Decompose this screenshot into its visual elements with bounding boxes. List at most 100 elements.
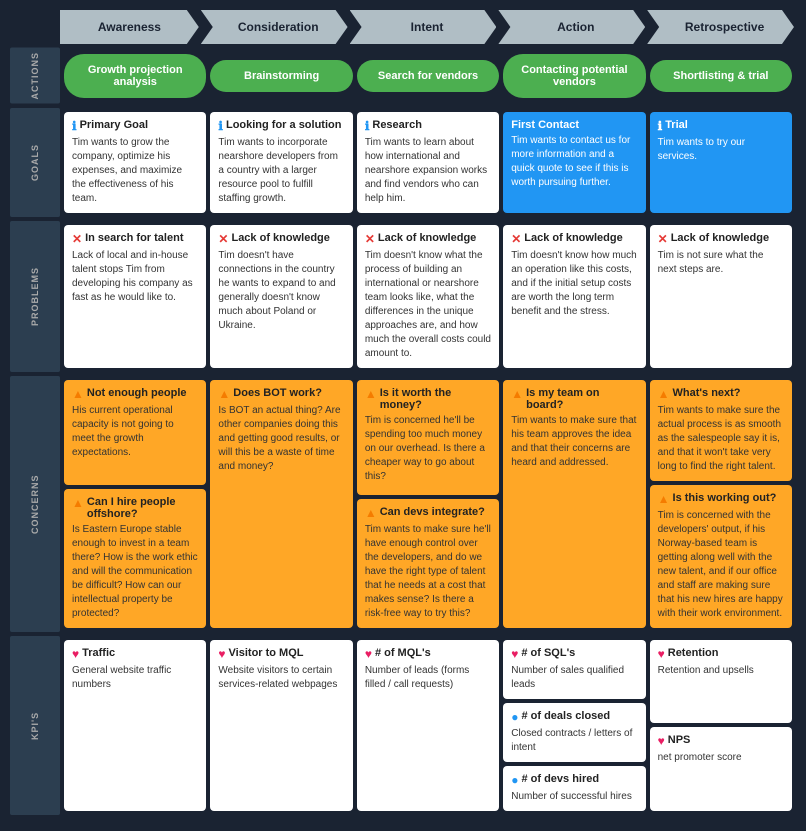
- concerns-cell-2: ▲ Is it worth the money? Tim is concerne…: [357, 380, 499, 628]
- kpi-icon-3-1: ●: [511, 710, 518, 724]
- actions-row: ACTIONS Growth projection analysis Brain…: [10, 48, 796, 104]
- kpis-cells: ♥ Traffic General website traffic number…: [60, 636, 796, 815]
- kpis-label: KPI'S: [10, 636, 60, 815]
- action-btn-4[interactable]: Shortlisting & trial: [650, 60, 792, 92]
- error-icon-4: ✕: [658, 232, 668, 246]
- problems-card-4: ✕ Lack of knowledge Tim is not sure what…: [650, 225, 792, 368]
- actions-cells: Growth projection analysis Brainstorming…: [60, 48, 796, 104]
- kpis-card-3-1-body: Closed contracts / letters of intent: [511, 727, 637, 755]
- concerns-card-4-0: ▲ What's next? Tim wants to make sure th…: [650, 380, 792, 481]
- kpis-card-4-0-title: ♥ Retention: [658, 647, 784, 661]
- goals-card-4: ℹ Trial Tim wants to try our services.: [650, 112, 792, 213]
- goals-cell-1: ℹ Looking for a solution Tim wants to in…: [210, 112, 352, 213]
- concerns-card-3-0: ▲ Is my team on board? Tim wants to make…: [503, 380, 645, 628]
- phase-action: Action: [498, 10, 645, 44]
- concerns-card-2-1: ▲ Can devs integrate? Tim wants to make …: [357, 499, 499, 628]
- goals-card-0: ℹ Primary Goal Tim wants to grow the com…: [64, 112, 206, 213]
- problems-card-4-title: ✕ Lack of knowledge: [658, 232, 784, 246]
- error-icon-0: ✕: [72, 232, 82, 246]
- goals-card-3-body: Tim wants to contact us for more informa…: [511, 134, 637, 190]
- problems-card-2-body: Tim doesn't know what the process of bui…: [365, 249, 491, 361]
- kpis-cell-0: ♥ Traffic General website traffic number…: [64, 640, 206, 811]
- concerns-card-0-0: ▲ Not enough people His current operatio…: [64, 380, 206, 485]
- action-btn-0[interactable]: Growth projection analysis: [64, 54, 206, 98]
- concerns-card-3-0-body: Tim wants to make sure that his team app…: [511, 414, 637, 470]
- concerns-card-1-0: ▲ Does BOT work? Is BOT an actual thing?…: [210, 380, 352, 628]
- goals-row: GOALS ℹ Primary Goal Tim wants to grow t…: [10, 108, 796, 217]
- kpis-cell-2: ♥ # of MQL's Number of leads (forms fill…: [357, 640, 499, 811]
- kpis-card-3-2: ● # of devs hired Number of successful h…: [503, 766, 645, 811]
- problems-label: PROBLEMS: [10, 221, 60, 372]
- problems-card-1-title: ✕ Lack of knowledge: [218, 232, 344, 246]
- concerns-cell-3: ▲ Is my team on board? Tim wants to make…: [503, 380, 645, 628]
- kpis-card-4-1-title: ♥ NPS: [658, 734, 784, 748]
- concerns-cell-4: ▲ What's next? Tim wants to make sure th…: [650, 380, 792, 628]
- info-icon-1: ℹ: [218, 119, 223, 133]
- kpis-card-0-0-body: General website traffic numbers: [72, 664, 198, 692]
- phase-consideration: Consideration: [201, 10, 348, 44]
- kpis-card-4-1-body: net promoter score: [658, 751, 784, 765]
- action-btn-3[interactable]: Contacting potential vendors: [503, 54, 645, 98]
- kpi-icon-1-0: ♥: [218, 647, 225, 661]
- warning-icon-0-1: ▲: [72, 496, 84, 510]
- kpis-card-4-1: ♥ NPS net promoter score: [650, 727, 792, 811]
- kpis-card-2-0-title: ♥ # of MQL's: [365, 647, 491, 661]
- kpis-cell-3: ♥ # of SQL's Number of sales qualified l…: [503, 640, 645, 811]
- action-btn-1[interactable]: Brainstorming: [210, 60, 352, 92]
- kpis-cell-4: ♥ Retention Retention and upsells ♥ NPS …: [650, 640, 792, 811]
- problems-card-1-body: Tim doesn't have connections in the coun…: [218, 249, 344, 333]
- concerns-card-0-1: ▲ Can I hire people offshore? Is Eastern…: [64, 489, 206, 628]
- kpis-card-2-0: ♥ # of MQL's Number of leads (forms fill…: [357, 640, 499, 811]
- kpis-card-3-1-title: ● # of deals closed: [511, 710, 637, 724]
- concerns-card-4-0-body: Tim wants to make sure the actual proces…: [658, 404, 784, 474]
- concerns-card-2-0: ▲ Is it worth the money? Tim is concerne…: [357, 380, 499, 495]
- kpis-card-3-2-title: ● # of devs hired: [511, 773, 637, 787]
- warning-icon-2-1: ▲: [365, 506, 377, 520]
- info-icon-4: ℹ: [658, 119, 663, 133]
- kpi-icon-3-2: ●: [511, 773, 518, 787]
- kpis-card-0-0: ♥ Traffic General website traffic number…: [64, 640, 206, 811]
- problems-card-3-title: ✕ Lack of knowledge: [511, 232, 637, 246]
- kpis-card-3-0-body: Number of sales qualified leads: [511, 664, 637, 692]
- concerns-card-0-0-title: ▲ Not enough people: [72, 387, 198, 401]
- goals-card-2: ℹ Research Tim wants to learn about how …: [357, 112, 499, 213]
- info-icon-0: ℹ: [72, 119, 77, 133]
- problems-card-3: ✕ Lack of knowledge Tim doesn't know how…: [503, 225, 645, 368]
- concerns-cell-1: ▲ Does BOT work? Is BOT an actual thing?…: [210, 380, 352, 628]
- action-btn-2[interactable]: Search for vendors: [357, 60, 499, 92]
- goals-card-2-body: Tim wants to learn about how internation…: [365, 136, 491, 206]
- goals-card-3: First Contact Tim wants to contact us fo…: [503, 112, 645, 213]
- goals-card-0-title: ℹ Primary Goal: [72, 119, 198, 133]
- problems-card-2-title: ✕ Lack of knowledge: [365, 232, 491, 246]
- problems-cell-2: ✕ Lack of knowledge Tim doesn't know wha…: [357, 225, 499, 368]
- phase-intent: Intent: [350, 10, 497, 44]
- concerns-card-1-0-title: ▲ Does BOT work?: [218, 387, 344, 401]
- error-icon-2: ✕: [365, 232, 375, 246]
- problems-card-0-title: ✕ In search for talent: [72, 232, 198, 246]
- phase-retrospective: Retrospective: [647, 10, 794, 44]
- goals-cell-3: First Contact Tim wants to contact us fo…: [503, 112, 645, 213]
- warning-icon-4-1: ▲: [658, 492, 670, 506]
- kpis-card-1-0-body: Website visitors to certain services-rel…: [218, 664, 344, 692]
- goals-cell-0: ℹ Primary Goal Tim wants to grow the com…: [64, 112, 206, 213]
- warning-icon-4-0: ▲: [658, 387, 670, 401]
- concerns-card-3-0-title: ▲ Is my team on board?: [511, 387, 637, 411]
- concerns-card-0-1-body: Is Eastern Europe stable enough to inves…: [72, 523, 198, 621]
- concerns-card-1-0-body: Is BOT an actual thing? Are other compan…: [218, 404, 344, 474]
- kpi-icon-4-1: ♥: [658, 734, 665, 748]
- concerns-row: CONCERNS ▲ Not enough people His current…: [10, 376, 796, 632]
- concerns-card-4-1-body: Tim is concerned with the developers' ou…: [658, 509, 784, 621]
- warning-icon-2-0: ▲: [365, 387, 377, 401]
- goals-card-4-body: Tim wants to try our services.: [658, 136, 784, 164]
- goals-card-1: ℹ Looking for a solution Tim wants to in…: [210, 112, 352, 213]
- actions-label: ACTIONS: [10, 48, 60, 104]
- problems-cell-0: ✕ In search for talent Lack of local and…: [64, 225, 206, 368]
- concerns-card-2-0-body: Tim is concerned he'll be spending too m…: [365, 414, 491, 484]
- goals-card-4-title: ℹ Trial: [658, 119, 784, 133]
- kpis-card-3-0: ♥ # of SQL's Number of sales qualified l…: [503, 640, 645, 699]
- warning-icon-1-0: ▲: [218, 387, 230, 401]
- kpis-card-4-0: ♥ Retention Retention and upsells: [650, 640, 792, 724]
- kpi-icon-0-0: ♥: [72, 647, 79, 661]
- concerns-card-2-0-title: ▲ Is it worth the money?: [365, 387, 491, 411]
- problems-cell-3: ✕ Lack of knowledge Tim doesn't know how…: [503, 225, 645, 368]
